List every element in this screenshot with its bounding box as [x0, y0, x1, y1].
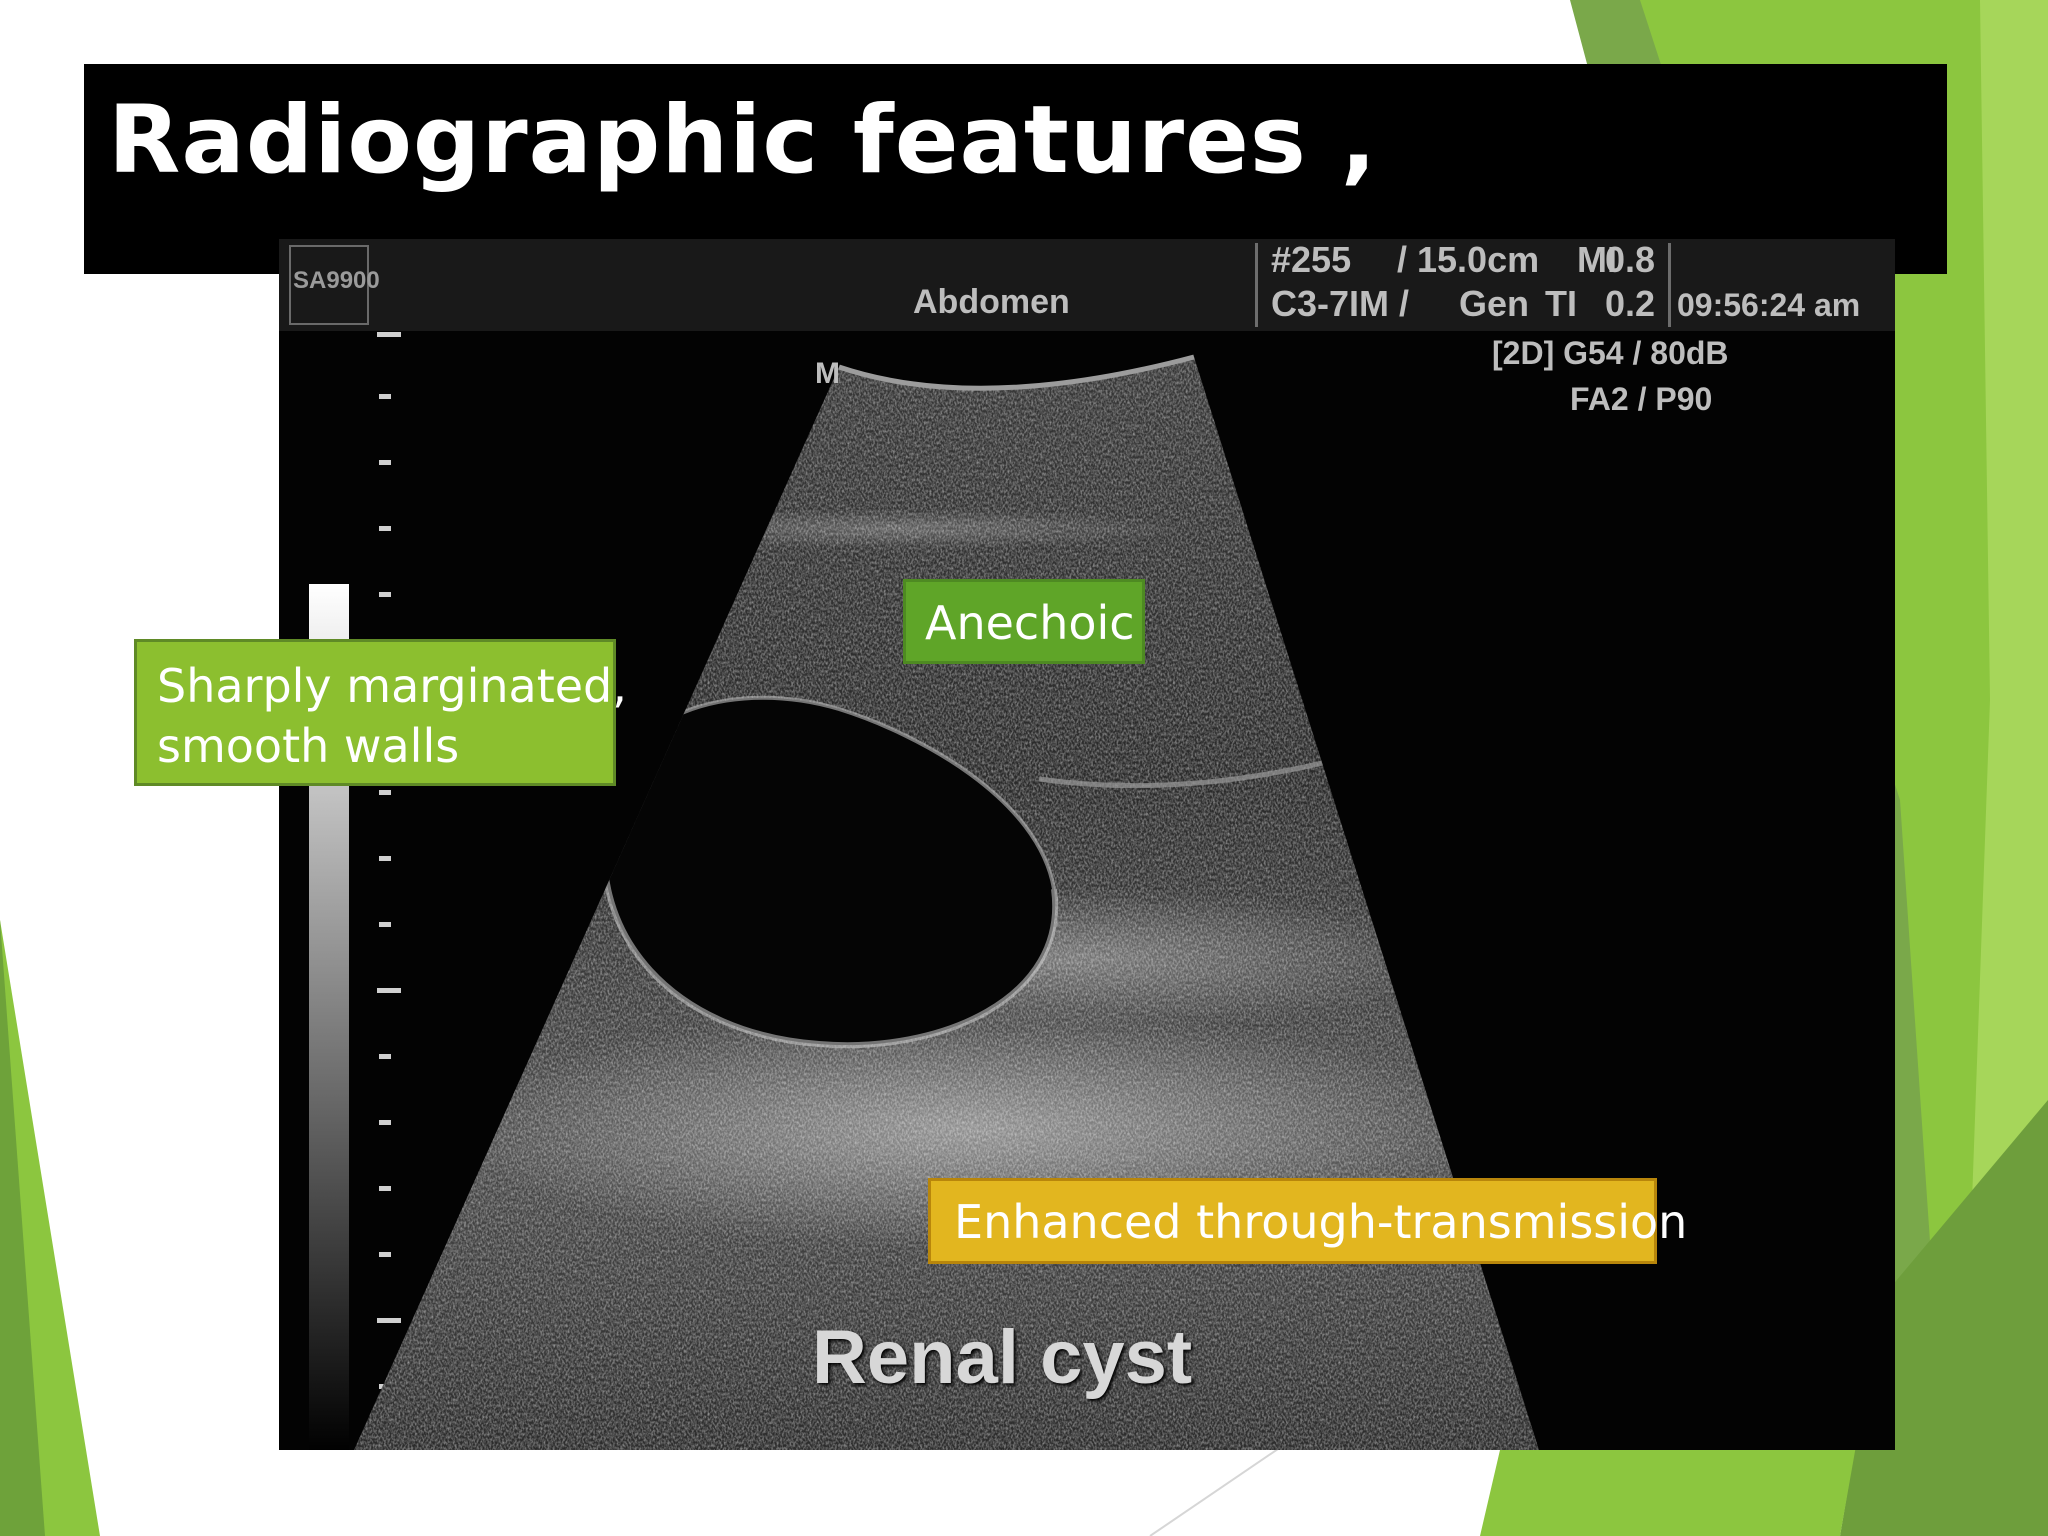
gen-label: Gen — [1459, 283, 1530, 324]
label-anechoic-text: Anechoic — [925, 596, 1135, 650]
orientation-marker: M — [815, 357, 840, 390]
mi-value: 0.8 — [1605, 239, 1656, 280]
label-walls-line1: Sharply marginated, — [157, 659, 627, 713]
ti-value: 0.2 — [1605, 283, 1656, 324]
image-caption: Renal cyst — [812, 1315, 1193, 1400]
scanner-model: SA9900 — [293, 267, 380, 294]
mode-gain: [2D] G54 / 80dB — [1492, 335, 1729, 371]
ti-label: TI — [1545, 283, 1577, 324]
scan-time: 09:56:24 am — [1677, 287, 1861, 323]
probe-name: C3-7IM / — [1271, 283, 1410, 324]
ultrasound-image: SA9900 Abdomen #255 / 15.0cm MI 0.8 C3-7… — [279, 239, 1895, 1450]
label-sharply-marginated: Sharply marginated, smooth walls — [134, 639, 627, 786]
depth-value: / 15.0cm — [1397, 239, 1540, 280]
exam-preset: Abdomen — [913, 283, 1070, 321]
label-anechoic: Anechoic — [903, 579, 1145, 664]
depth-scale — [377, 332, 401, 1389]
ultrasound-scan-graphic — [309, 332, 1539, 1450]
frame-number: #255 — [1271, 239, 1352, 280]
header-divider — [1255, 243, 1258, 327]
label-transmission-text: Enhanced through-transmission — [954, 1195, 1688, 1249]
focus-power: FA2 / P90 — [1570, 381, 1713, 417]
header-divider-2 — [1668, 243, 1671, 327]
label-enhanced-transmission: Enhanced through-transmission — [928, 1178, 1688, 1264]
label-walls-line2: smooth walls — [157, 719, 460, 773]
slide-title: Radiographic features , — [108, 86, 1378, 195]
